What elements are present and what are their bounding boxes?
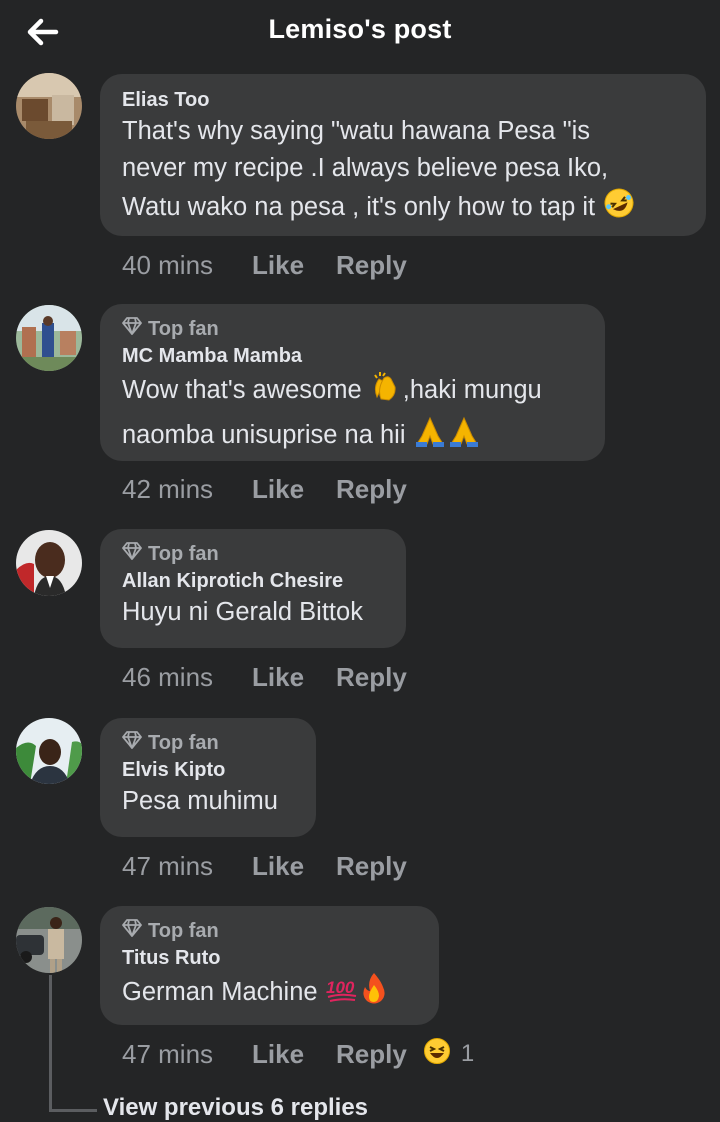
- top-fan-badge: Top fan: [122, 541, 384, 567]
- diamond-icon: [122, 731, 142, 755]
- comment-text: That's why saying "watu hawana Pesa "is …: [122, 113, 684, 231]
- reply-button[interactable]: Reply: [336, 662, 407, 693]
- comment-time[interactable]: 42 mins: [122, 474, 252, 505]
- avatar-elias-too[interactable]: [16, 73, 82, 139]
- diamond-icon: [122, 317, 142, 341]
- avatar-allan-kiprotich-chesire[interactable]: [16, 530, 82, 596]
- like-button[interactable]: Like: [252, 250, 336, 281]
- reply-button[interactable]: Reply: [336, 851, 407, 882]
- reaction-summary[interactable]: 1: [423, 1037, 474, 1072]
- header: Lemiso's post: [0, 0, 720, 64]
- clapping-hands-emoji: [369, 369, 403, 414]
- like-button[interactable]: Like: [252, 851, 336, 882]
- comment-text: Huyu ni Gerald Bittok: [122, 598, 363, 626]
- comment-bubble: Top fan Titus Ruto German Machine 100: [100, 906, 439, 1025]
- like-button[interactable]: Like: [252, 474, 336, 505]
- page-title: Lemiso's post: [268, 14, 452, 44]
- comment-text: German Machine 100: [122, 971, 417, 1016]
- top-fan-badge: Top fan: [122, 730, 294, 756]
- comment-bubble: Elias Too That's why saying "watu hawana…: [100, 74, 706, 236]
- reaction-count: 1: [460, 1040, 475, 1067]
- thread-branch: [49, 1109, 97, 1112]
- hundred-points-emoji: 100: [325, 971, 359, 1016]
- comment-author[interactable]: Titus Ruto: [122, 945, 417, 971]
- comment-time[interactable]: 47 mins: [122, 851, 252, 882]
- comment-meta: 42 mins Like Reply: [122, 472, 407, 506]
- comment-meta: 47 mins Like Reply: [122, 849, 407, 883]
- folded-hands-emoji: [413, 414, 481, 459]
- fire-emoji: [359, 971, 389, 1016]
- comment-text: Wow that's awesome ,haki mungu naomba un…: [122, 369, 583, 458]
- reply-button[interactable]: Reply: [336, 1039, 407, 1070]
- top-fan-badge: Top fan: [122, 316, 583, 342]
- diamond-icon: [122, 542, 142, 566]
- top-fan-badge: Top fan: [122, 918, 417, 944]
- reply-button[interactable]: Reply: [336, 474, 407, 505]
- comment-text: Pesa muhimu: [122, 787, 278, 815]
- comment-author[interactable]: Elias Too: [122, 87, 684, 113]
- rolling-laughing-emoji: [602, 186, 636, 231]
- comment-bubble: Top fan Allan Kiprotich Chesire Huyu ni …: [100, 529, 406, 648]
- comment-meta: 46 mins Like Reply: [122, 660, 407, 694]
- comment-time[interactable]: 47 mins: [122, 1039, 252, 1070]
- avatar-titus-ruto[interactable]: [16, 907, 82, 973]
- comment-time[interactable]: 40 mins: [122, 250, 252, 281]
- avatar-mc-mamba-mamba[interactable]: [16, 305, 82, 371]
- comment-author[interactable]: MC Mamba Mamba: [122, 343, 583, 369]
- like-button[interactable]: Like: [252, 662, 336, 693]
- diamond-icon: [122, 919, 142, 943]
- comment-bubble: Top fan MC Mamba Mamba Wow that's awesom…: [100, 304, 605, 461]
- comment-author[interactable]: Allan Kiprotich Chesire: [122, 568, 384, 594]
- comment-meta: 47 mins Like Reply 1: [122, 1037, 474, 1071]
- comment-author[interactable]: Elvis Kipto: [122, 757, 294, 783]
- reply-button[interactable]: Reply: [336, 250, 407, 281]
- thread-line: [49, 975, 52, 1110]
- view-previous-replies-link[interactable]: View previous 6 replies: [103, 1094, 368, 1122]
- avatar-elvis-kipto[interactable]: [16, 718, 82, 784]
- laughing-emoji-icon: [423, 1037, 451, 1072]
- comment-time[interactable]: 46 mins: [122, 662, 252, 693]
- comment-meta: 40 mins Like Reply: [122, 248, 407, 282]
- comment-bubble: Top fan Elvis Kipto Pesa muhimu: [100, 718, 316, 837]
- like-button[interactable]: Like: [252, 1039, 336, 1070]
